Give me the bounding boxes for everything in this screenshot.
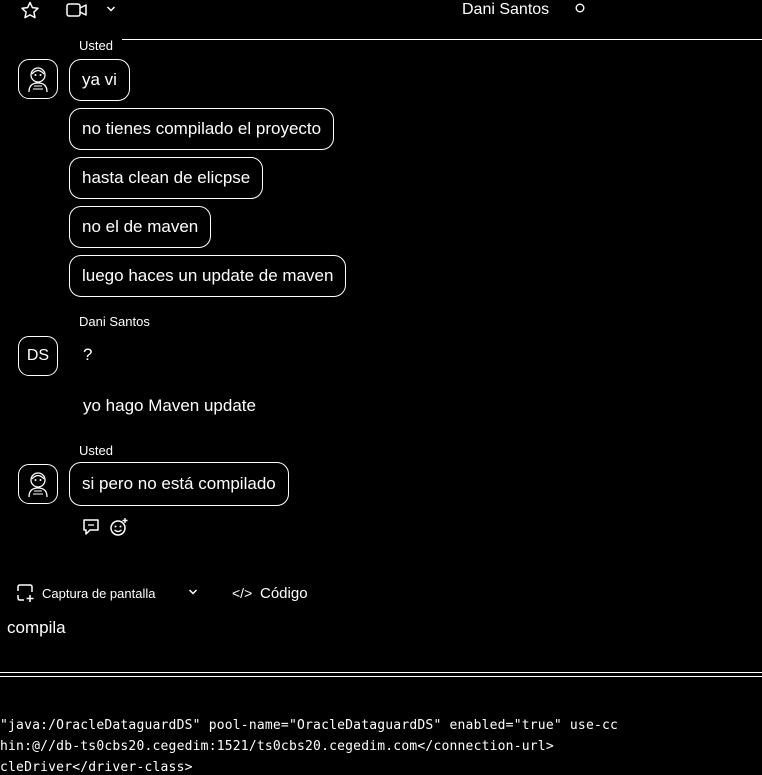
- message-input[interactable]: compila: [7, 618, 66, 638]
- message-bubble[interactable]: si pero no está compilado: [69, 462, 289, 506]
- video-call-icon[interactable]: [66, 2, 88, 18]
- star-icon[interactable]: [20, 1, 40, 19]
- chevron-down-icon[interactable]: [106, 5, 116, 13]
- avatar[interactable]: [18, 464, 58, 504]
- sender-name: Usted: [79, 443, 113, 458]
- avatar-illustration-icon: [28, 67, 48, 93]
- message-bubble[interactable]: ya vi: [69, 59, 130, 101]
- reply-icon[interactable]: [81, 518, 101, 536]
- status-indicator-icon: [575, 3, 585, 13]
- code-line: "java:/OracleDataguardDS" pool-name="Ora…: [0, 718, 619, 733]
- code-line: hin:@//db-ts0cbs20.cegedim:1521/ts0cbs20…: [0, 739, 554, 754]
- code-line: cleDriver</driver-class>: [0, 760, 193, 775]
- chevron-down-icon[interactable]: [188, 588, 198, 596]
- code-icon[interactable]: </>: [232, 585, 252, 601]
- message-text[interactable]: yo hago Maven update: [83, 396, 256, 416]
- message-text[interactable]: ?: [83, 345, 92, 365]
- screenshot-button[interactable]: Captura de pantalla: [42, 586, 155, 601]
- add-reaction-icon[interactable]: [109, 517, 129, 537]
- contact-name[interactable]: Dani Santos: [462, 1, 549, 19]
- message-bubble[interactable]: luego haces un update de maven: [69, 255, 347, 297]
- panel-divider: [0, 676, 762, 677]
- avatar-initials[interactable]: DS: [18, 336, 58, 376]
- avatar-illustration-icon: [28, 472, 48, 498]
- avatar[interactable]: [18, 59, 58, 99]
- header-divider: [122, 39, 762, 40]
- code-button[interactable]: Código: [260, 585, 308, 602]
- message-bubble[interactable]: hasta clean de elicpse: [69, 157, 264, 199]
- sender-name: Usted: [79, 38, 113, 53]
- message-bubble[interactable]: no el de maven: [69, 206, 212, 248]
- panel-divider: [0, 672, 762, 673]
- sender-name: Dani Santos: [79, 314, 150, 329]
- avatar-initials-text: DS: [26, 347, 50, 364]
- message-bubble[interactable]: no tienes compilado el proyecto: [69, 108, 335, 150]
- screenshot-icon[interactable]: [15, 583, 35, 603]
